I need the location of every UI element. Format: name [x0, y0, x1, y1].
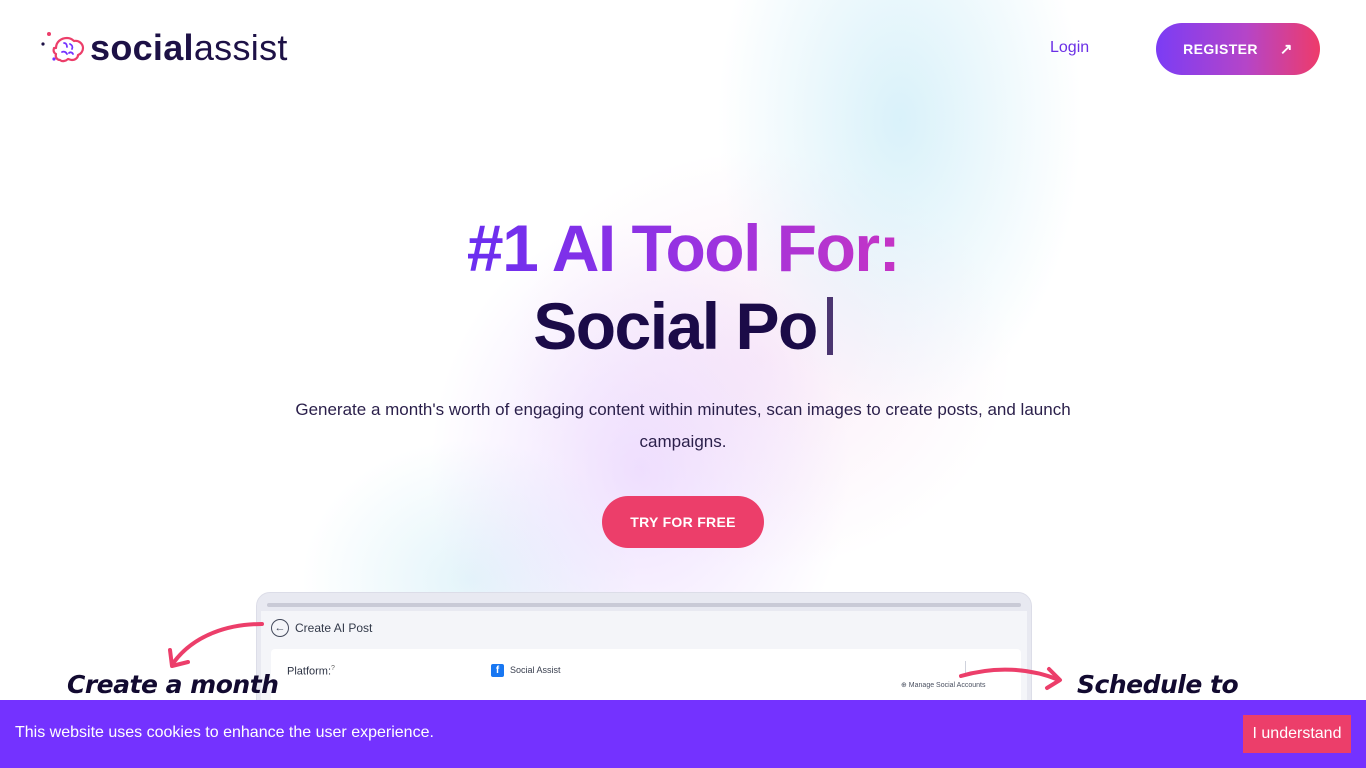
hero-headline: #1 AI Tool For: [0, 210, 1366, 286]
arrow-up-right-icon: ↗ [1279, 41, 1293, 58]
curved-arrow-right-icon [959, 667, 1062, 690]
hero-subtitle: Generate a month's worth of engaging con… [295, 400, 1071, 451]
register-button-label: REGISTER [1183, 41, 1258, 57]
platform-label-text: Platform: [287, 665, 332, 678]
platform-label: Platform:? [287, 665, 335, 678]
logo-text-light: assist [193, 27, 288, 68]
help-icon: ? [331, 665, 335, 672]
hero-typed-line: Social Po [0, 288, 1366, 364]
preview-title: Create AI Post [295, 621, 373, 635]
curved-arrow-left-icon [168, 622, 264, 668]
preview-topbar [267, 603, 1021, 607]
facebook-icon: f [491, 664, 504, 677]
login-link[interactable]: Login [1050, 39, 1089, 57]
register-button[interactable]: REGISTER ↗ [1156, 23, 1320, 75]
hero-typed-text: Social Po [533, 289, 818, 363]
facebook-account-name[interactable]: Social Assist [510, 665, 561, 675]
annotation-create-month: Create a month [67, 670, 279, 699]
preview-header: ← Create AI Post [271, 619, 372, 637]
cookie-banner: This website uses cookies to enhance the… [0, 700, 1366, 768]
typing-caret [826, 297, 833, 355]
logo-text-bold: social [90, 27, 194, 68]
logo-text: socialassist [90, 28, 288, 68]
site-header: socialassist Login REGISTER ↗ [0, 0, 1366, 100]
try-for-free-button[interactable]: TRY FOR FREE [602, 496, 764, 548]
brain-logo-icon [41, 32, 85, 63]
cookie-message: This website uses cookies to enhance the… [15, 724, 434, 741]
hero-headline-text: #1 AI Tool For: [466, 211, 901, 285]
logo[interactable]: socialassist [40, 28, 288, 68]
back-arrow-icon[interactable]: ← [271, 619, 289, 637]
cookie-accept-button[interactable]: I understand [1243, 715, 1351, 753]
